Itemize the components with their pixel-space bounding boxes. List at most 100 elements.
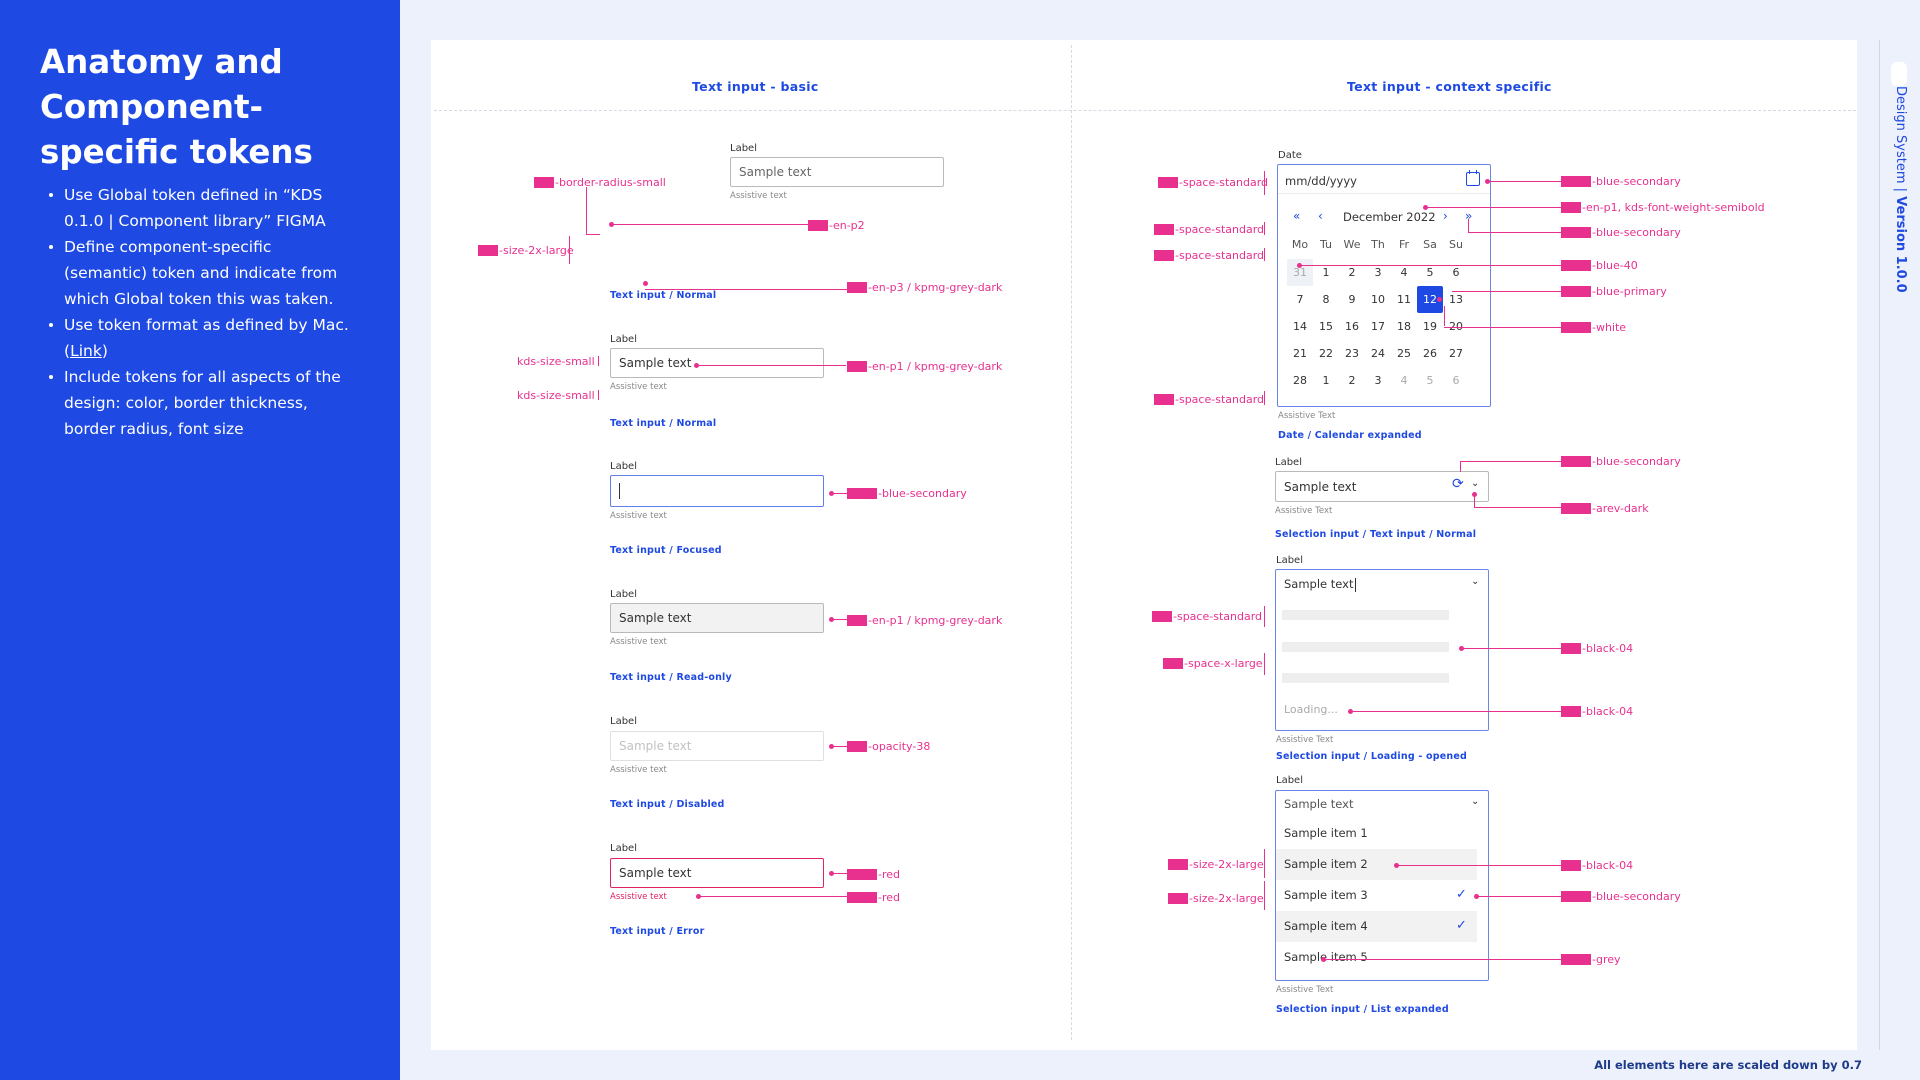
calendar-day[interactable]: 27 [1443,340,1469,367]
calendar-day[interactable]: 7 [1287,286,1313,313]
calendar-icon[interactable] [1466,172,1480,186]
token-size-2x-large: -size-2x-large [478,244,574,257]
assistive-text: Assistive Text [1275,506,1333,516]
selection-list-value[interactable]: Sample text [1284,797,1353,811]
token-en-p1-readonly: -en-p1 / kpmg-grey-dark [847,614,1002,627]
calendar-day[interactable]: 21 [1287,340,1313,367]
token-leader [1264,849,1265,878]
token-leader [1396,865,1561,866]
calendar-day[interactable]: 11 [1391,286,1417,313]
token-black-04: -black-04 [1561,705,1633,718]
token-space-x-large: -space-x-large [1163,657,1263,670]
calendar-day[interactable]: 10 [1365,286,1391,313]
calendar-day[interactable]: 18 [1391,313,1417,340]
chevron-down-icon[interactable]: ⌄ [1471,796,1479,807]
token-leader [598,356,599,366]
disabled-text-input: Sample text [610,731,824,761]
calendar-day[interactable]: 1 [1313,367,1339,394]
calendar-day[interactable]: 24 [1365,340,1391,367]
prev-year-icon[interactable]: « [1293,209,1300,223]
token-leader [1452,291,1561,292]
calendar-day-outside[interactable]: 5 [1417,367,1443,394]
token-leader [1487,181,1561,182]
list-item[interactable]: Sample item 4 [1276,911,1477,942]
calendar-day[interactable]: 19 [1417,313,1443,340]
weekday: Mo [1291,238,1309,251]
token-leader [1264,222,1265,235]
token-blue-secondary: -blue-secondary [1561,226,1681,239]
list-item[interactable]: Sample item 3 [1276,880,1477,911]
refresh-icon[interactable]: ⟳ [1452,476,1464,492]
field-label: Label [610,461,637,472]
calendar-day[interactable]: 25 [1391,340,1417,367]
text-cursor [1355,577,1357,592]
calendar-day[interactable]: 23 [1339,340,1365,367]
token-leader [1264,653,1265,675]
token-leader [1264,606,1265,627]
token-anchor [1472,492,1477,497]
token-leader [1444,327,1561,328]
calendar-day[interactable]: 22 [1313,340,1339,367]
token-opacity-38: -opacity-38 [847,740,930,753]
normal-text-input[interactable]: Sample text [610,348,824,378]
sidebar: Anatomy and Component-specific tokens Us… [0,0,400,1080]
error-text-input[interactable]: Sample text [610,858,824,888]
token-red-text: -red [847,891,900,904]
token-anchor [1437,297,1442,302]
token-leader [1474,507,1561,508]
token-anchor [1459,646,1464,651]
weekday: Th [1371,238,1385,251]
weekday: We [1343,238,1361,251]
calendar-day[interactable]: 5 [1417,259,1443,286]
calendar-day[interactable]: 16 [1339,313,1365,340]
calendar-day[interactable]: 28 [1287,367,1313,394]
token-space-standard: -space-standard [1154,249,1264,262]
calendar-day[interactable]: 2 [1339,367,1365,394]
calendar-day-outside[interactable]: 4 [1391,367,1417,394]
token-blue-primary: -blue-primary [1561,285,1667,298]
anatomy-text-input[interactable]: Sample text [730,157,944,187]
calendar-day[interactable]: 9 [1339,286,1365,313]
token-anchor [1394,863,1399,868]
token-space-standard: -space-standard [1152,610,1262,623]
skeleton-row [1282,610,1449,620]
guideline-link[interactable]: Link [70,342,102,360]
calendar-day[interactable]: 17 [1365,313,1391,340]
calendar-day[interactable]: 4 [1391,259,1417,286]
chevron-down-icon[interactable]: ⌄ [1471,478,1479,489]
prev-month-icon[interactable]: ‹ [1318,209,1323,223]
assistive-text: Assistive Text [1278,411,1336,421]
focused-text-input[interactable] [610,475,824,507]
calendar-day[interactable]: 14 [1287,313,1313,340]
calendar-day[interactable]: 3 [1365,259,1391,286]
token-leader [1299,265,1561,266]
caption-selection-loading: Selection input / Loading - opened [1276,751,1467,762]
calendar-day[interactable]: 2 [1339,259,1365,286]
token-anchor [643,281,648,286]
assistive-text: Assistive text [610,765,667,775]
list-item[interactable]: Sample item 5 [1276,942,1477,973]
date-input-value[interactable]: mm/dd/yyyy [1285,174,1357,188]
caption-selection-list: Selection input / List expanded [1276,1004,1449,1015]
calendar-day[interactable]: 1 [1313,259,1339,286]
token-leader [1460,461,1561,462]
loading-text: Loading... [1284,703,1338,716]
token-black-04: -black-04 [1561,859,1633,872]
calendar-day[interactable]: 3 [1365,367,1391,394]
chevron-down-icon[interactable]: ⌄ [1471,576,1479,587]
skeleton-row [1282,642,1449,652]
token-anchor [1297,263,1302,268]
calendar-day-outside[interactable]: 6 [1443,367,1469,394]
calendar-day[interactable]: 15 [1313,313,1339,340]
list-item[interactable]: Sample item 1 [1276,818,1477,849]
caption-focused: Text input / Focused [610,545,722,556]
calendar-day[interactable]: 8 [1313,286,1339,313]
token-leader [1264,171,1265,195]
page-title: Anatomy and Component-specific tokens [40,43,313,171]
next-month-icon[interactable]: › [1443,209,1448,223]
token-leader [1425,207,1561,208]
error-assistive-text: Assistive text [610,892,667,902]
calendar-day[interactable]: 26 [1417,340,1443,367]
selection-loading-value[interactable]: Sample text [1284,577,1357,592]
calendar-day[interactable]: 6 [1443,259,1469,286]
